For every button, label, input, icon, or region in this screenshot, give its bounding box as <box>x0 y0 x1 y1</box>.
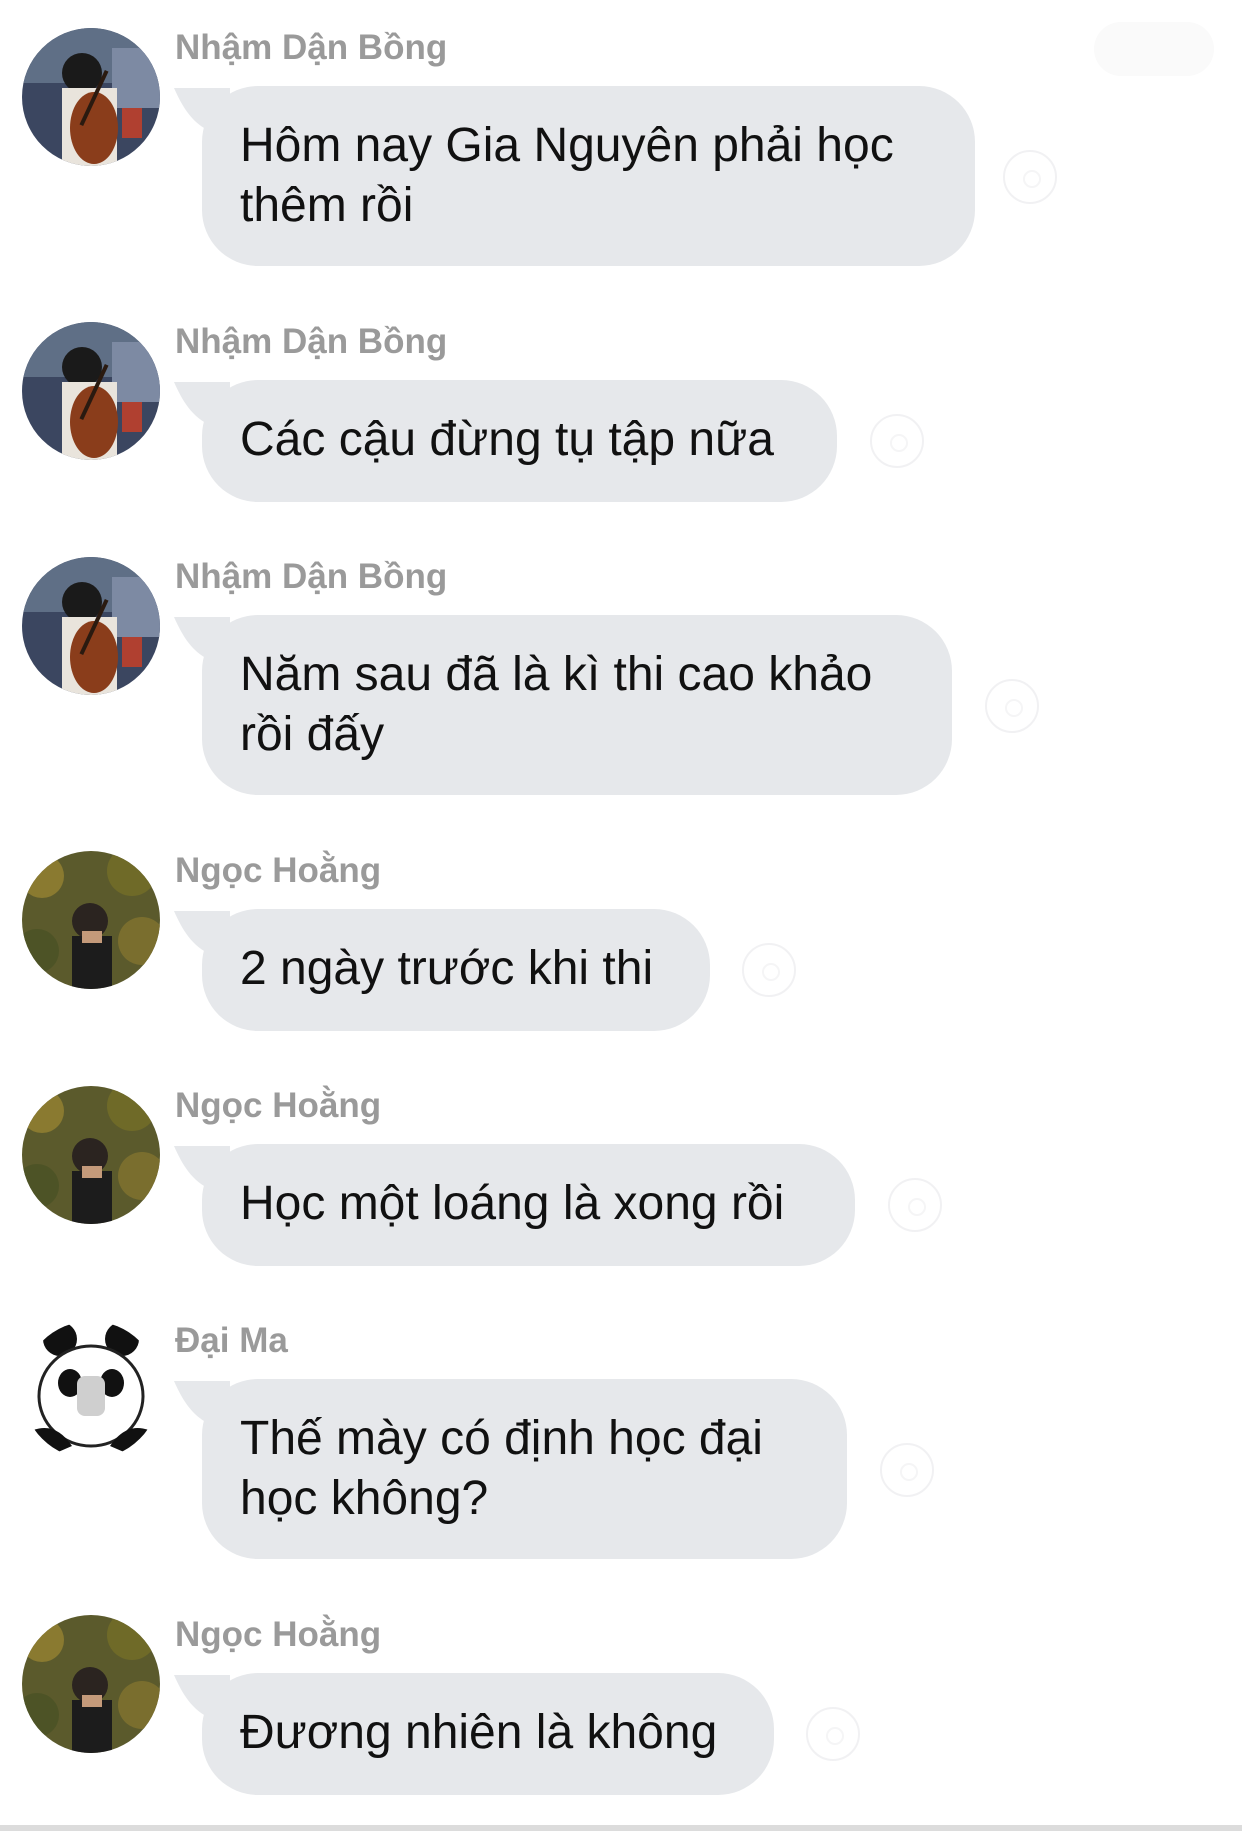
message-line: rồi đấy <box>240 708 385 761</box>
message-bubble[interactable]: Các cậu đừng tụ tập nữa <box>202 380 837 502</box>
message-line: Các cậu đừng tụ tập nữa <box>240 413 774 466</box>
tree-portrait-avatar[interactable] <box>22 851 160 989</box>
cellist-avatar[interactable] <box>22 28 160 166</box>
cellist-avatar[interactable] <box>22 322 160 460</box>
chat-thread: Nhậm Dận Bồng Hôm nay Gia Nguyên phải họ… <box>0 0 1242 1831</box>
smiley-reaction-icon[interactable] <box>985 679 1039 733</box>
tree-portrait-avatar[interactable] <box>22 1615 160 1753</box>
tree-portrait-avatar[interactable] <box>22 1086 160 1224</box>
sender-name: Ngọc Hoằng <box>175 1615 382 1654</box>
message-bubble[interactable]: Đương nhiên là không <box>202 1673 774 1795</box>
panda-meme-avatar[interactable] <box>22 1321 160 1459</box>
cellist-avatar[interactable] <box>22 557 160 695</box>
sender-name: Ngọc Hoằng <box>175 851 382 890</box>
message-bubble[interactable]: Thế mày có định học đại học không? <box>202 1379 847 1559</box>
message-line: Đương nhiên là không <box>240 1706 718 1759</box>
sender-name: Nhậm Dận Bồng <box>175 322 448 361</box>
bottom-divider <box>0 1825 1242 1831</box>
smiley-reaction-icon[interactable] <box>880 1443 934 1497</box>
smiley-reaction-icon[interactable] <box>888 1178 942 1232</box>
sender-name: Đại Ma <box>175 1321 288 1360</box>
message-line: Học một loáng là xong rồi <box>240 1177 785 1230</box>
header-pill <box>1094 22 1214 76</box>
message-line: Năm sau đã là kì thi cao khảo <box>240 648 873 701</box>
message-bubble[interactable]: Học một loáng là xong rồi <box>202 1144 855 1266</box>
message-bubble[interactable]: 2 ngày trước khi thi <box>202 909 710 1031</box>
smiley-reaction-icon[interactable] <box>742 943 796 997</box>
message-line: Hôm nay Gia Nguyên phải học <box>240 119 894 172</box>
sender-name: Nhậm Dận Bồng <box>175 28 448 67</box>
message-line: Thế mày có định học đại <box>240 1412 763 1465</box>
message-line: 2 ngày trước khi thi <box>240 942 654 995</box>
message-bubble[interactable]: Năm sau đã là kì thi cao khảo rồi đấy <box>202 615 952 795</box>
sender-name: Ngọc Hoằng <box>175 1086 382 1125</box>
smiley-reaction-icon[interactable] <box>806 1707 860 1761</box>
smiley-reaction-icon[interactable] <box>870 414 924 468</box>
message-line: thêm rồi <box>240 179 414 232</box>
message-bubble[interactable]: Hôm nay Gia Nguyên phải học thêm rồi <box>202 86 975 266</box>
smiley-reaction-icon[interactable] <box>1003 150 1057 204</box>
sender-name: Nhậm Dận Bồng <box>175 557 448 596</box>
message-line: học không? <box>240 1472 489 1525</box>
